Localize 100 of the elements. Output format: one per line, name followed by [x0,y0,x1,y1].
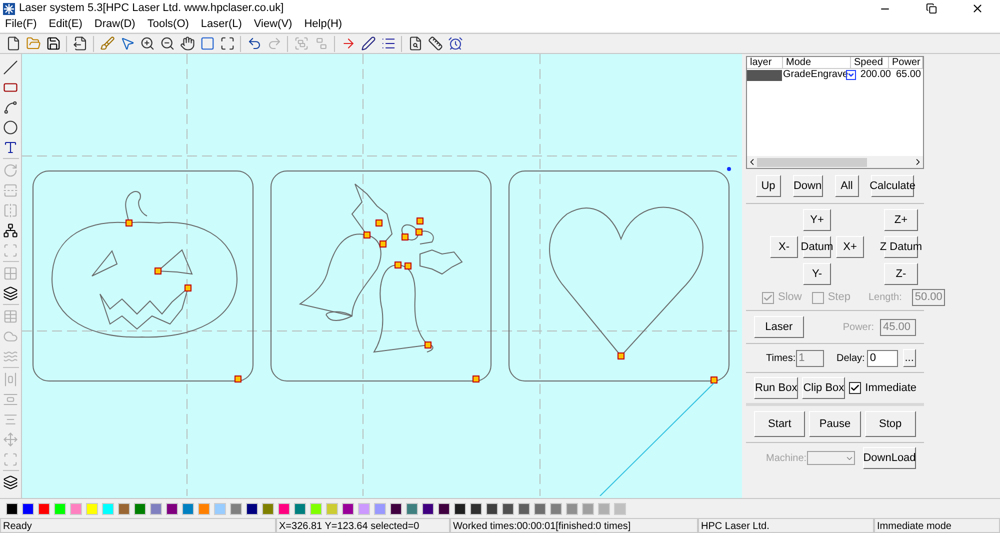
palette-swatch[interactable] [342,502,354,514]
layer-button[interactable]: All [834,175,859,197]
times-label: Times: [766,352,796,366]
menu-item[interactable]: Laser(L) [200,16,242,33]
datum-button[interactable]: Datum [803,236,831,258]
palette-swatch[interactable] [134,502,146,514]
status-text: X=326.81 Y=123.64 selected=0 [276,518,450,533]
menu-item[interactable]: Edit(E) [48,16,82,33]
box-button[interactable]: Clip Box [802,377,846,399]
palette-swatch[interactable] [294,502,306,514]
column-header[interactable]: layer [747,57,783,68]
palette-swatch[interactable] [22,502,34,514]
layer-button[interactable]: Down [792,175,822,197]
palette-swatch[interactable] [166,502,178,514]
layer-button[interactable]: Calculate [871,175,914,197]
status-text: Immediate mode [874,518,1000,533]
machine-label: Machine: [766,452,807,466]
node-handle[interactable] [126,220,132,226]
menu-item[interactable]: Tools(O) [147,16,189,33]
palette-swatch[interactable] [358,502,370,514]
palette-swatch[interactable] [614,502,626,514]
node-handle[interactable] [234,376,242,382]
palette-swatch[interactable] [534,502,546,514]
palette-swatch[interactable] [310,502,322,514]
y-minus-button[interactable]: Y- [803,263,831,285]
node-handle[interactable] [618,352,624,360]
y-plus-button[interactable]: Y+ [803,209,831,231]
download-button[interactable]: DownLoad [863,447,916,469]
power-cell-text: 65.00 [894,69,921,81]
x-minus-button[interactable]: X- [770,236,798,258]
horizontal-scrollbar[interactable] [747,156,923,168]
palette-swatch[interactable] [102,502,114,514]
palette-swatch[interactable] [438,502,450,514]
x-plus-button[interactable]: X+ [836,236,864,258]
palette-swatch[interactable] [502,502,514,514]
checkbox-label: Step [828,290,850,306]
palette-swatch[interactable] [550,502,562,514]
status-text: HPC Laser Ltd. [698,518,874,533]
node-handle[interactable] [424,342,432,348]
menu-item[interactable]: Draw(D) [94,16,136,33]
palette-swatch[interactable] [54,502,66,514]
palette-swatch[interactable] [230,502,242,514]
menu-item[interactable]: Help(H) [304,16,342,33]
layer-swatch[interactable] [747,70,782,80]
palette-swatch[interactable] [454,502,466,514]
delay-field[interactable]: 0 [866,350,898,366]
checkbox[interactable] [849,382,862,394]
column-header[interactable]: Power [889,57,923,68]
z-minus-button[interactable]: Z- [884,263,918,285]
column-header[interactable]: Speed [851,57,889,68]
node-handle[interactable] [472,376,480,382]
palette-swatch[interactable] [326,502,338,514]
length-label: Length: [868,291,902,305]
palette-swatch[interactable] [566,502,578,514]
palette-swatch[interactable] [246,502,258,514]
palette-swatch[interactable] [518,502,530,514]
machine-dropdown[interactable] [806,451,855,465]
palette-swatch[interactable] [278,502,290,514]
checkbox-label: Slow [778,290,802,306]
status-text: Worked times:00:00:01[finished:0 times] [450,518,698,533]
status-text: Ready [0,518,276,533]
palette-swatch[interactable] [118,502,130,514]
column-header[interactable]: Mode [783,57,851,68]
palette-swatch[interactable] [422,502,434,514]
palette-swatch[interactable] [598,502,610,514]
palette-swatch[interactable] [470,502,482,514]
layer-button[interactable]: Up [756,175,780,197]
box-button[interactable]: Run Box [754,377,798,399]
laser-button[interactable]: Laser [754,316,804,338]
node-handle[interactable] [710,376,718,384]
run-button[interactable]: Start [754,411,806,437]
menu-item[interactable]: File(F) [5,16,37,33]
run-button[interactable]: Pause [809,411,861,437]
speed-cell-text: 200.00 [859,69,891,81]
palette-swatch[interactable] [38,502,50,514]
z-plus-button[interactable]: Z+ [884,209,918,231]
checkbox-label: Immediate [865,380,917,396]
palette-swatch[interactable] [486,502,498,514]
run-button[interactable]: Stop [864,411,916,437]
palette-swatch[interactable] [374,502,386,514]
more-button[interactable]: ... [902,349,916,367]
palette-swatch[interactable] [214,502,226,514]
palette-swatch[interactable] [150,502,162,514]
palette-swatch[interactable] [262,502,274,514]
window-title: Laser system 5.3[HPC Laser Ltd. www.hpclaser.co.uk] [19,1,284,16]
menu-item[interactable]: View(V) [254,16,292,33]
palette-swatch[interactable] [86,502,98,514]
palette-swatch[interactable] [182,502,194,514]
palette-swatch[interactable] [390,502,402,514]
delay-label: Delay: [836,352,865,366]
node-handle[interactable] [184,284,192,292]
palette-swatch[interactable] [198,502,210,514]
node-handle[interactable] [380,240,386,248]
palette-swatch[interactable] [6,502,18,514]
power-label: Power: [842,320,874,334]
palette-swatch[interactable] [70,502,82,514]
palette-swatch[interactable] [406,502,418,514]
dropdown-icon[interactable] [846,70,856,80]
node-handle[interactable] [154,268,162,274]
palette-swatch[interactable] [582,502,594,514]
